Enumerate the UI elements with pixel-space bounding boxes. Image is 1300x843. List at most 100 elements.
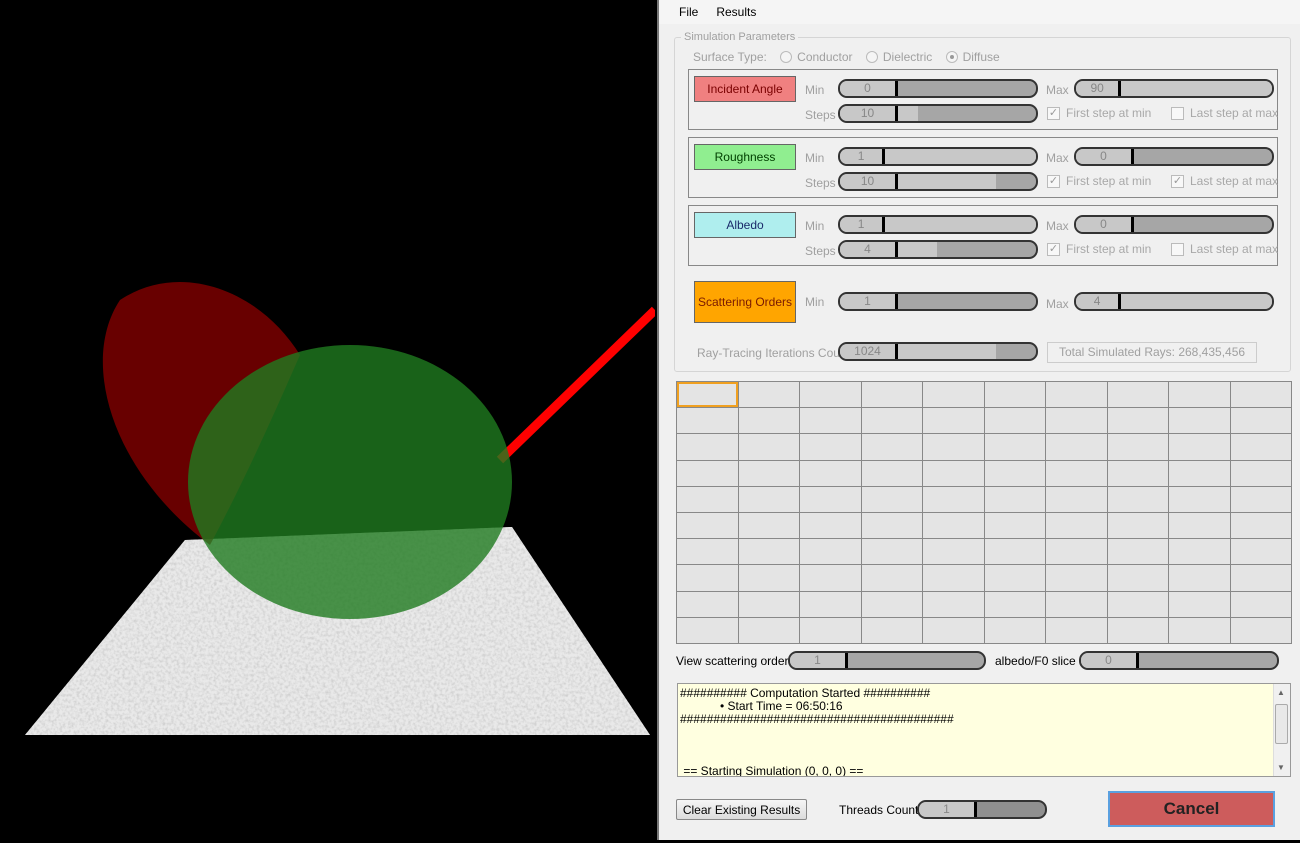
scattering-max-slider[interactable]: 4 [1074,292,1274,311]
grid-cell[interactable] [738,565,799,591]
grid-cell[interactable] [1169,382,1230,408]
grid-cell[interactable] [1046,434,1107,460]
grid-cell[interactable] [1107,408,1168,434]
grid-cell[interactable] [738,486,799,512]
grid-cell[interactable] [1107,382,1168,408]
grid-cell[interactable] [677,591,738,617]
grid-cell[interactable] [738,408,799,434]
incident-angle-steps-slider[interactable]: 10 [838,104,1038,123]
grid-cell[interactable] [1107,591,1168,617]
grid-cell[interactable] [923,460,984,486]
grid-cell[interactable] [800,565,861,591]
grid-cell[interactable] [738,591,799,617]
grid-cell[interactable] [1169,617,1230,643]
grid-cell[interactable] [861,565,922,591]
radio-dielectric[interactable] [865,51,878,63]
grid-cell[interactable] [1230,460,1291,486]
grid-cell[interactable] [1230,565,1291,591]
results-grid[interactable] [676,381,1292,644]
grid-cell[interactable] [1169,486,1230,512]
grid-cell[interactable] [984,408,1045,434]
grid-cell[interactable] [677,617,738,643]
albedo-first-step-checkbox[interactable]: ✓ First step at min [1047,242,1151,256]
grid-cell[interactable] [800,460,861,486]
grid-cell[interactable] [738,617,799,643]
grid-cell[interactable] [677,408,738,434]
grid-cell[interactable] [1107,565,1168,591]
grid-cell[interactable] [1230,513,1291,539]
grid-cell[interactable] [861,591,922,617]
grid-cell[interactable] [1046,460,1107,486]
grid-cell[interactable] [1046,513,1107,539]
grid-cell[interactable] [861,617,922,643]
roughness-max-slider[interactable]: 0 [1074,147,1274,166]
incident-angle-last-step-checkbox[interactable]: Last step at max [1171,106,1278,120]
grid-cell[interactable] [861,460,922,486]
grid-cell[interactable] [861,486,922,512]
scroll-up-icon[interactable]: ▲ [1277,686,1285,699]
grid-cell[interactable] [677,382,738,408]
grid-cell[interactable] [800,382,861,408]
iterations-slider[interactable]: 1024 [838,342,1038,361]
3d-viewport[interactable] [0,0,659,840]
grid-cell[interactable] [984,486,1045,512]
grid-cell[interactable] [861,539,922,565]
grid-cell[interactable] [1107,434,1168,460]
grid-cell[interactable] [800,434,861,460]
grid-cell[interactable] [800,408,861,434]
grid-cell[interactable] [984,434,1045,460]
log-scrollbar[interactable]: ▲ ▼ [1273,684,1290,776]
menu-results[interactable]: Results [716,5,756,19]
view-order-slider[interactable]: 1 [788,651,986,670]
grid-cell[interactable] [1230,591,1291,617]
grid-cell[interactable] [923,617,984,643]
albedo-last-step-checkbox[interactable]: Last step at max [1171,242,1278,256]
grid-cell[interactable] [738,382,799,408]
scroll-down-icon[interactable]: ▼ [1277,761,1285,774]
grid-cell[interactable] [1230,434,1291,460]
grid-cell[interactable] [1046,408,1107,434]
grid-cell[interactable] [1230,408,1291,434]
threads-slider[interactable]: 1 [917,800,1047,819]
grid-cell[interactable] [738,513,799,539]
grid-cell[interactable] [1169,434,1230,460]
grid-cell[interactable] [800,513,861,539]
cancel-button[interactable]: Cancel [1108,791,1275,827]
grid-cell[interactable] [923,513,984,539]
log-output[interactable]: ########## Computation Started #########… [677,683,1291,777]
clear-results-button[interactable]: Clear Existing Results [676,799,807,820]
grid-cell[interactable] [1107,617,1168,643]
grid-cell[interactable] [923,591,984,617]
grid-cell[interactable] [861,513,922,539]
grid-cell[interactable] [677,460,738,486]
grid-cell[interactable] [1046,486,1107,512]
incident-angle-min-slider[interactable]: 0 [838,79,1038,98]
scroll-thumb[interactable] [1275,704,1288,744]
grid-cell[interactable] [1230,539,1291,565]
grid-cell[interactable] [861,434,922,460]
grid-cell[interactable] [861,382,922,408]
grid-cell[interactable] [1169,513,1230,539]
grid-cell[interactable] [677,486,738,512]
grid-cell[interactable] [1046,591,1107,617]
grid-cell[interactable] [800,591,861,617]
grid-cell[interactable] [923,565,984,591]
grid-cell[interactable] [800,486,861,512]
grid-cell[interactable] [1046,382,1107,408]
roughness-steps-slider[interactable]: 10 [838,172,1038,191]
grid-cell[interactable] [1046,539,1107,565]
grid-cell[interactable] [1169,408,1230,434]
grid-cell[interactable] [923,486,984,512]
grid-cell[interactable] [1107,513,1168,539]
radio-diffuse[interactable] [945,51,958,63]
grid-cell[interactable] [1230,486,1291,512]
grid-cell[interactable] [984,382,1045,408]
scattering-min-slider[interactable]: 1 [838,292,1038,311]
grid-cell[interactable] [1169,591,1230,617]
albedo-min-slider[interactable]: 1 [838,215,1038,234]
grid-cell[interactable] [738,539,799,565]
albedo-max-slider[interactable]: 0 [1074,215,1274,234]
grid-cell[interactable] [677,539,738,565]
grid-cell[interactable] [738,434,799,460]
grid-cell[interactable] [1107,486,1168,512]
